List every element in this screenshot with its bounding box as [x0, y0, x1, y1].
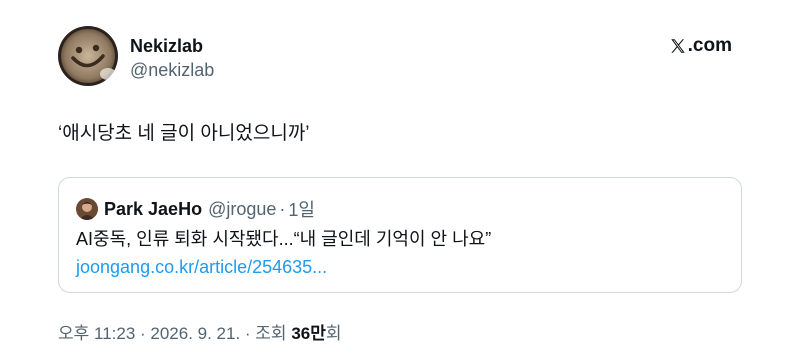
smiley-latte-avatar-icon: [58, 26, 118, 86]
x-logo-icon: [670, 39, 685, 53]
tweet-meta: 오후 11:23 · 2026. 9. 21. · 조회 36만회: [58, 322, 342, 346]
view-suffix: 회: [325, 324, 342, 343]
quoted-tweet-header: Park JaeHo @jrogue · 1일: [76, 196, 315, 222]
x-com-brand[interactable]: .com: [669, 35, 732, 57]
author-handle[interactable]: @nekizlab: [130, 59, 214, 81]
quoted-tweet[interactable]: Park JaeHo @jrogue · 1일 AI중독, 인류 퇴화 시작됐다…: [58, 177, 742, 293]
quoted-time[interactable]: 1일: [288, 196, 315, 222]
view-count: 36만: [291, 324, 326, 343]
tweet-card: Nekizlab @nekizlab .com ‘애시당초 네 글이 아니었으니…: [0, 0, 800, 359]
person-photo-icon: [76, 198, 98, 220]
timestamp[interactable]: 오후 11:23 · 2026. 9. 21. · 조회: [58, 324, 291, 343]
quoted-tweet-text: AI중독, 인류 퇴화 시작됐다...“내 글인데 기억이 안 나요”: [76, 229, 492, 249]
quoted-author-avatar[interactable]: [76, 198, 98, 220]
separator-dot: ·: [279, 198, 286, 219]
tweet-text: ‘애시당초 네 글이 아니었으니까’: [58, 123, 310, 144]
author-name[interactable]: Nekizlab: [130, 35, 203, 57]
brand-label: .com: [687, 35, 732, 56]
article-link[interactable]: joongang.co.kr/article/254635...: [76, 255, 327, 279]
quoted-author-handle[interactable]: @jrogue: [208, 199, 276, 220]
author-avatar[interactable]: [58, 26, 118, 86]
quoted-author-name[interactable]: Park JaeHo: [104, 199, 202, 220]
